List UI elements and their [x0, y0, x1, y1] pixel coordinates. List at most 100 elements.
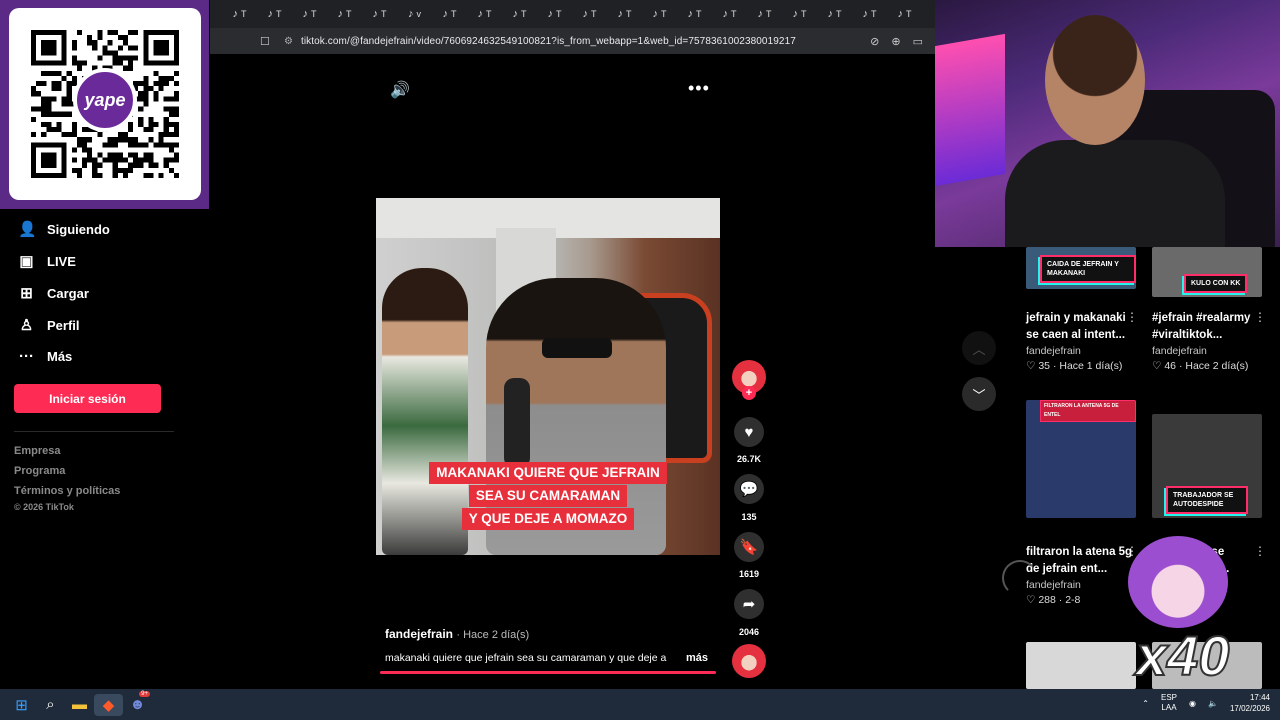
qr-module: [71, 121, 77, 127]
tiktok-favicon-icon: ♪: [372, 8, 379, 20]
network-icon[interactable]: ◉: [1189, 699, 1196, 708]
video-title[interactable]: jefrain y makanaki se caen al intent...: [1026, 310, 1138, 344]
footer-link-programa[interactable]: Programa: [14, 465, 65, 477]
sidebar-item-siguiendo[interactable]: 👤 Siguiendo: [18, 220, 110, 238]
browser-tab[interactable]: ♪ T: [819, 4, 850, 24]
upload-plus-icon: ⊞: [20, 285, 33, 302]
video-player[interactable]: MAKANAKI QUIERE QUE JEFRAIN SEA SU CAMAR…: [376, 198, 720, 555]
browser-tab[interactable]: ♪ T: [784, 4, 815, 24]
kebab-menu-icon[interactable]: ⋮: [1254, 310, 1266, 324]
search-icon[interactable]: ⌕: [36, 694, 65, 716]
volume-tray-icon[interactable]: 🔈: [1208, 699, 1218, 708]
browser-tab[interactable]: ♪ T: [609, 4, 640, 24]
thumbnail-label: FILTRARON LA ANTENA 5G DE ENTEL: [1040, 400, 1136, 422]
browser-tab[interactable]: ♪ T: [329, 4, 360, 24]
music-disc-avatar[interactable]: [732, 644, 766, 678]
save-button[interactable]: 🔖: [734, 532, 764, 562]
qr-module: [168, 147, 174, 153]
qr-module: [102, 157, 108, 163]
browser-tab[interactable]: ♪ T: [854, 4, 885, 24]
follow-plus-icon[interactable]: +: [742, 386, 756, 400]
qr-module: [107, 137, 113, 143]
video-thumbnail[interactable]: TRABAJADOR SE AUTODESPIDE: [1152, 414, 1262, 518]
next-video-button[interactable]: ﹀: [962, 377, 996, 411]
sidebar-item-live[interactable]: ▣ LIVE: [18, 252, 76, 270]
clock[interactable]: 17:44 17/02/2026: [1230, 692, 1270, 714]
video-author[interactable]: fandejefrain · Hace 2 día(s): [385, 627, 529, 641]
more-options-icon[interactable]: •••: [688, 78, 710, 99]
browser-tab[interactable]: ♪ T: [294, 4, 325, 24]
discord-icon[interactable]: ☻ 9+: [123, 690, 152, 716]
author-avatar[interactable]: +: [732, 360, 766, 400]
zoom-icon[interactable]: ⊕: [891, 35, 900, 48]
qr-module: [41, 96, 47, 102]
address-bar[interactable]: ☐ ⚙ tiktok.com/@fandejefrain/video/76069…: [210, 28, 935, 54]
video-stats: ♡ 35 · Hace 1 día(s): [1026, 360, 1123, 372]
browser-tab[interactable]: ♪ T: [749, 4, 780, 24]
file-explorer-icon[interactable]: ▬: [65, 694, 94, 716]
browser-tab[interactable]: ♪ T: [364, 4, 395, 24]
cast-icon[interactable]: ▭: [913, 35, 923, 48]
qr-module: [51, 96, 57, 102]
language-indicator[interactable]: ESP LAA: [1161, 693, 1177, 713]
tab-title: T: [696, 9, 702, 19]
browser-tab[interactable]: ♪ v: [399, 4, 430, 24]
qr-module: [117, 167, 123, 173]
qr-module: [66, 101, 72, 107]
more-button[interactable]: más: [686, 652, 708, 664]
sidebar-item-mas[interactable]: ··· Más: [18, 348, 72, 365]
comment-button[interactable]: 💬: [734, 474, 764, 504]
translate-icon[interactable]: ⊘: [870, 35, 879, 48]
video-author[interactable]: fandejefrain: [1026, 345, 1081, 357]
kebab-menu-icon[interactable]: ⋮: [1126, 310, 1138, 324]
tiktok-favicon-icon: ♪: [442, 8, 449, 20]
qr-module: [66, 86, 72, 92]
qr-module: [92, 40, 98, 46]
qr-module: [61, 75, 67, 82]
browser-tab[interactable]: ♪ T: [574, 4, 605, 24]
login-button[interactable]: Iniciar sesión: [14, 384, 161, 413]
tray-chevron-icon[interactable]: ⌃: [1142, 699, 1149, 708]
bookmark-icon[interactable]: ☐: [260, 35, 274, 48]
tiktok-favicon-icon: ♪: [512, 8, 519, 20]
author-name[interactable]: fandejefrain: [385, 627, 453, 641]
browser-tab[interactable]: ♪ T: [469, 4, 500, 24]
browser-tab[interactable]: ♪ T: [714, 4, 745, 24]
qr-module: [143, 81, 149, 87]
sidebar-item-cargar[interactable]: ⊞ Cargar: [18, 284, 89, 302]
qr-module: [143, 126, 149, 133]
previous-video-button[interactable]: ︿: [962, 331, 996, 365]
share-button[interactable]: ➦: [734, 589, 764, 619]
browser-tab[interactable]: ♪ T: [434, 4, 465, 24]
qr-module: [122, 137, 128, 143]
site-info-icon[interactable]: ⚙: [284, 36, 293, 47]
sidebar-item-perfil[interactable]: ♙ Perfil: [18, 316, 80, 334]
browser-tab[interactable]: ♪ T: [504, 4, 535, 24]
browser-tab[interactable]: ♪ T: [539, 4, 570, 24]
qr-module: [107, 40, 113, 46]
video-progress-bar[interactable]: [380, 671, 716, 674]
qr-finder: [41, 152, 57, 168]
qr-module: [112, 55, 118, 61]
tiktok-favicon-icon: ♪: [582, 8, 589, 20]
donation-qr-panel: yape: [0, 0, 209, 209]
qr-module: [168, 167, 174, 173]
video-title[interactable]: #jefrain #realarmy #viraltiktok...: [1152, 310, 1264, 344]
browser-tab[interactable]: ♪ T: [889, 4, 920, 24]
like-button[interactable]: ♥: [734, 417, 764, 447]
browser-tab[interactable]: ♪ T: [679, 4, 710, 24]
volume-icon[interactable]: 🔊: [390, 80, 410, 100]
browser-tab[interactable]: ♪ T: [259, 4, 290, 24]
video-author[interactable]: fandejefrain: [1152, 345, 1207, 357]
video-thumbnail[interactable]: KULO CON KK: [1152, 247, 1262, 297]
browser-tab[interactable]: ♪ T: [224, 4, 255, 24]
url-text[interactable]: tiktok.com/@fandejefrain/video/760692463…: [301, 36, 796, 47]
qr-module: [158, 137, 164, 143]
video-thumbnail[interactable]: CAIDA DE JEFRAIN Y MAKANAKI: [1026, 247, 1136, 289]
brave-browser-icon[interactable]: ◆: [94, 693, 123, 716]
footer-link-terminos[interactable]: Términos y políticas: [14, 485, 120, 497]
browser-tab[interactable]: ♪ T: [644, 4, 675, 24]
windows-start-icon[interactable]: ⊞: [7, 694, 36, 716]
footer-link-empresa[interactable]: Empresa: [14, 445, 60, 457]
video-thumbnail[interactable]: FILTRARON LA ANTENA 5G DE ENTEL: [1026, 400, 1136, 518]
